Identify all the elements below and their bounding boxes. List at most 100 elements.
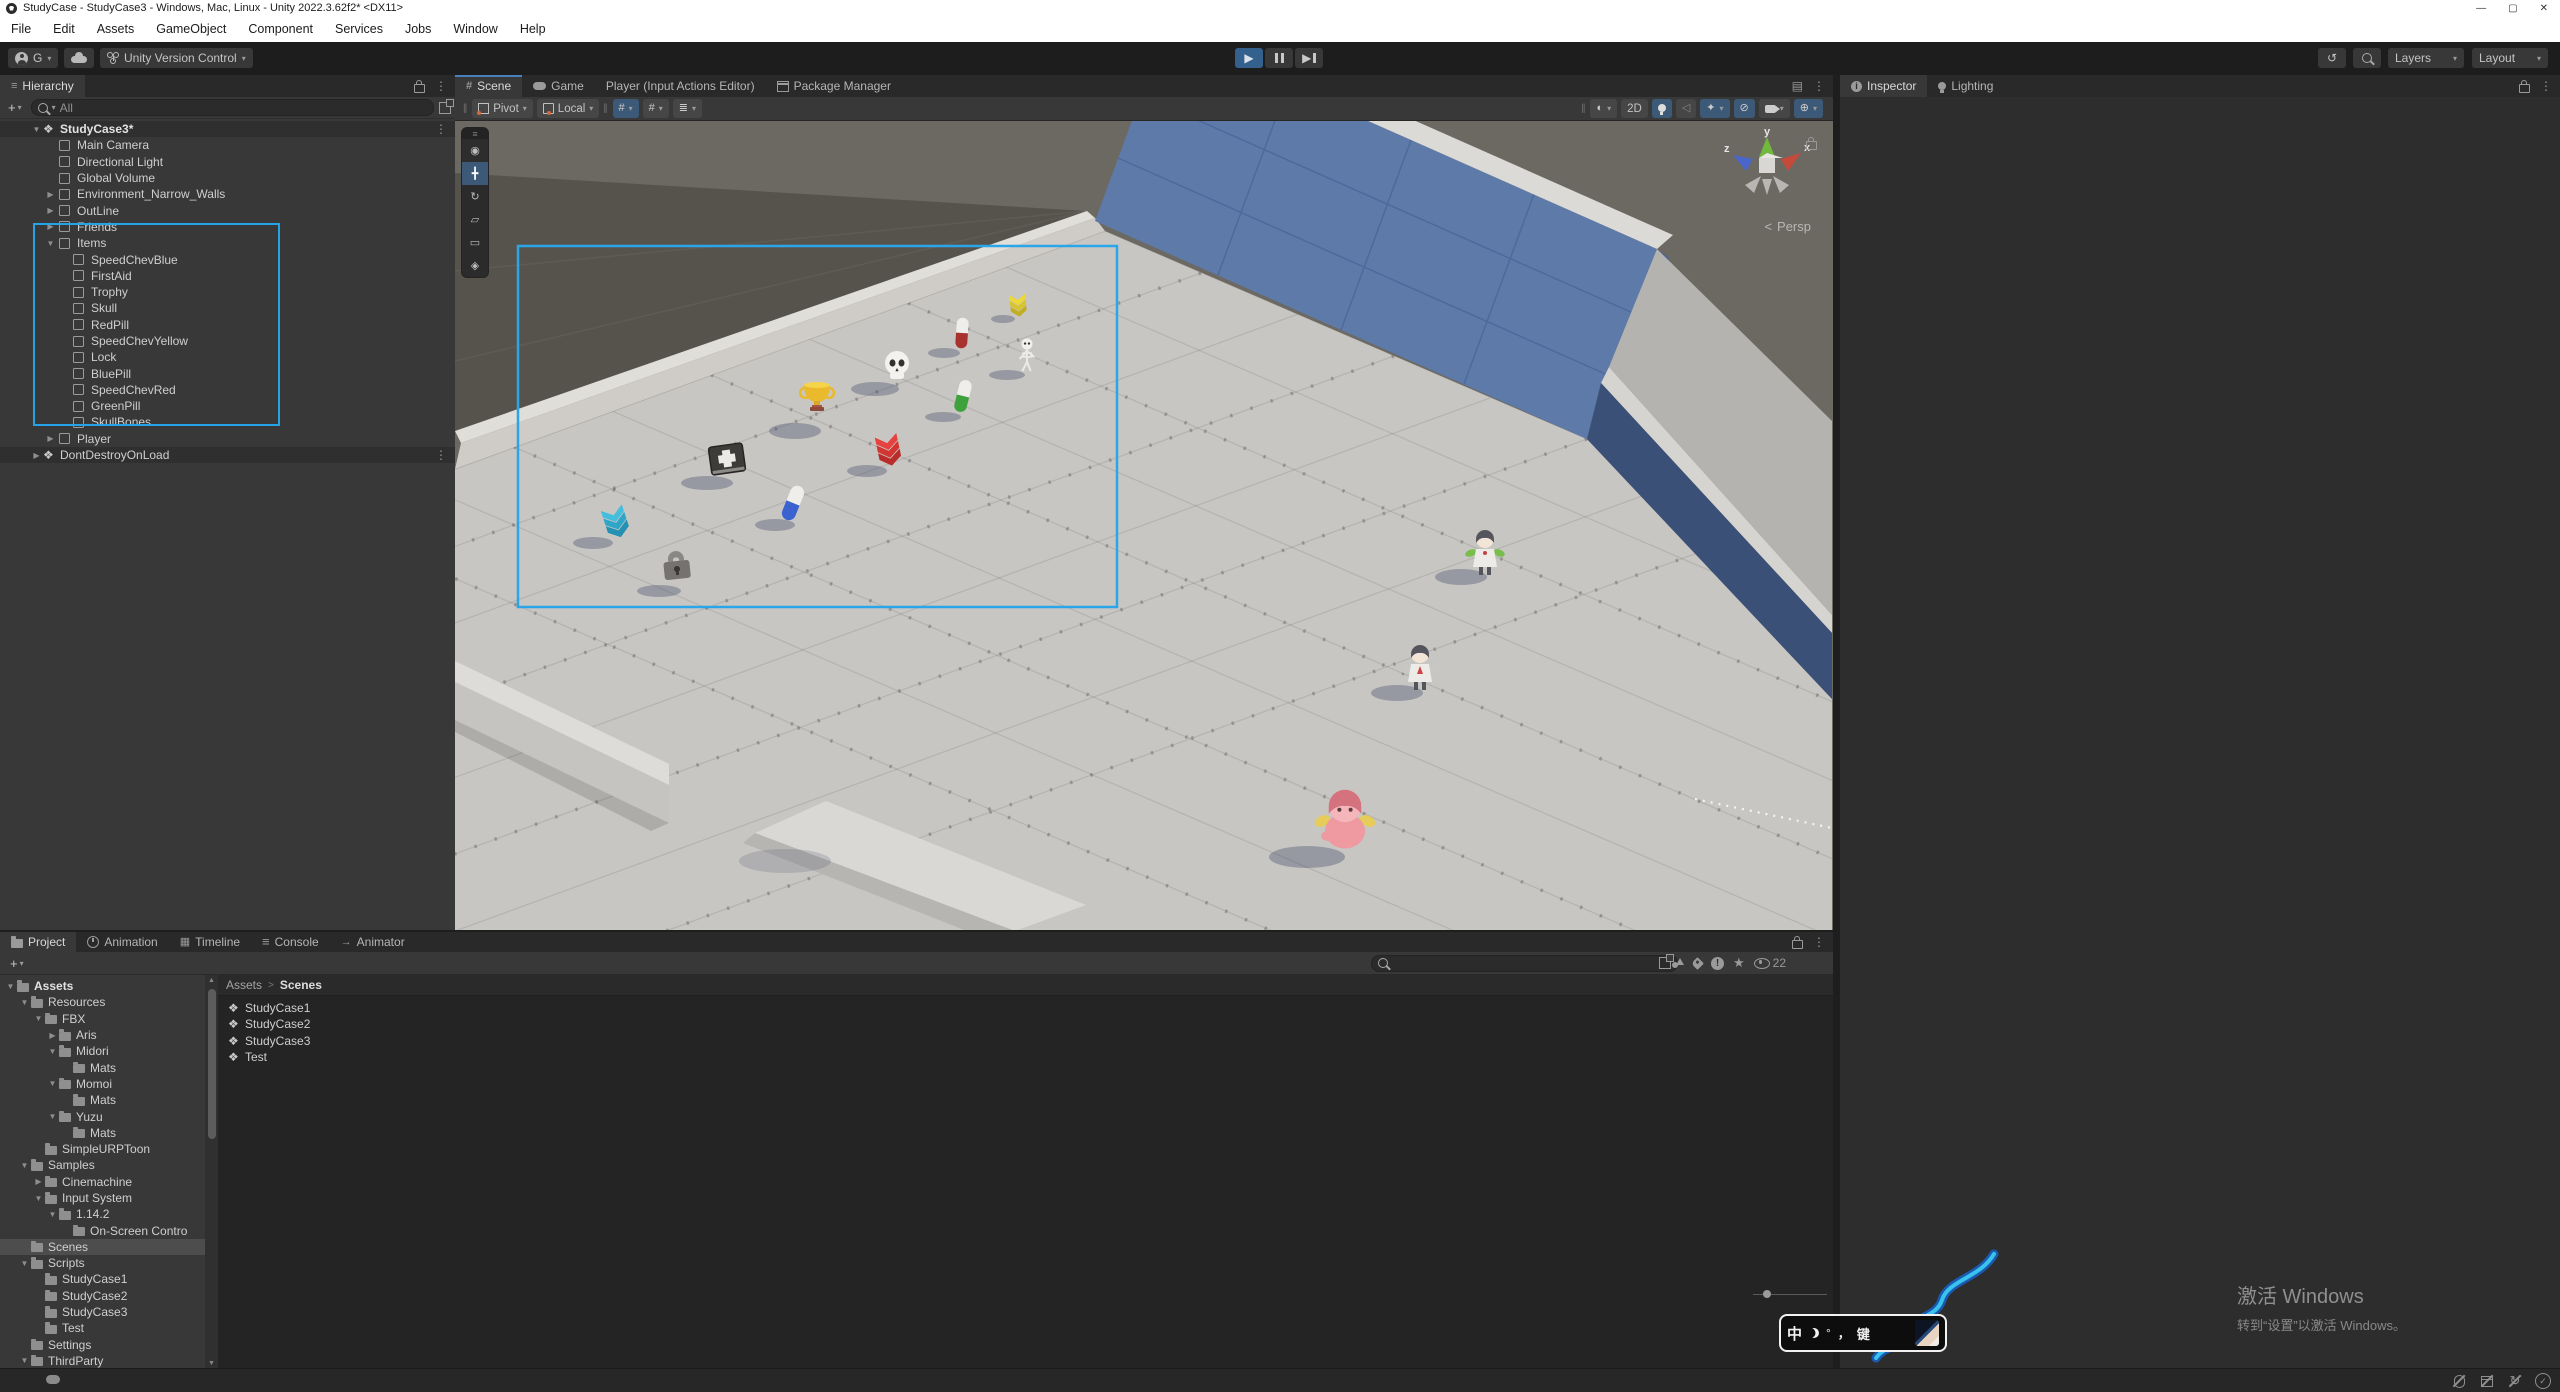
expand-arrow-icon[interactable]: ▼ <box>32 1194 45 1203</box>
expand-arrow-icon[interactable]: ▶ <box>44 434 57 443</box>
scene-item-firstaid[interactable] <box>708 443 746 475</box>
hierarchy-row[interactable]: Skull <box>0 300 455 316</box>
create-asset-button[interactable]: + ▾ <box>6 956 28 971</box>
menu-item[interactable]: Window <box>442 16 508 42</box>
hierarchy-row[interactable]: SpeedChevBlue <box>0 251 455 267</box>
snap-settings-dropdown[interactable]: ≣ ▾ <box>673 99 702 118</box>
gizmos-dropdown[interactable]: ⊕ ▾ <box>1794 99 1823 118</box>
scroll-up-icon[interactable]: ▲ <box>205 977 218 984</box>
rotate-tool-button[interactable]: ↻ <box>462 185 488 208</box>
project-search-input[interactable] <box>1393 956 1654 970</box>
account-button[interactable]: G ▾ <box>8 48 58 68</box>
panel-tab[interactable]: Timeline <box>169 932 251 952</box>
hierarchy-row[interactable]: ▼ StudyCase3* <box>0 121 455 137</box>
expand-arrow-icon[interactable]: ▼ <box>18 1259 31 1268</box>
expand-arrow-icon[interactable]: ▼ <box>4 982 17 991</box>
maximize-button[interactable]: ▢ <box>2508 3 2517 14</box>
hierarchy-row[interactable]: BluePill <box>0 365 455 381</box>
pause-button[interactable] <box>1265 48 1293 68</box>
hierarchy-row[interactable]: SpeedChevRed <box>0 382 455 398</box>
scrollbar-thumb[interactable] <box>208 989 216 1139</box>
hierarchy-row[interactable]: Lock <box>0 349 455 365</box>
hierarchy-row[interactable]: Directional Light <box>0 154 455 170</box>
project-search-field[interactable] <box>1371 955 1678 972</box>
expand-arrow-icon[interactable]: ▼ <box>44 239 57 248</box>
pivot-dropdown[interactable]: Pivot ▾ <box>472 99 533 118</box>
expand-arrow-icon[interactable]: ▼ <box>30 125 43 134</box>
kebab-menu-icon[interactable]: ⋮ <box>1813 935 1825 949</box>
project-folder-row[interactable]: ▼ Scripts <box>0 1255 205 1271</box>
hierarchy-row[interactable]: FirstAid <box>0 268 455 284</box>
project-folder-row[interactable]: Mats <box>0 1059 205 1075</box>
hierarchy-row[interactable]: SpeedChevYellow <box>0 333 455 349</box>
package-manager-offline-icon[interactable] <box>2478 1372 2496 1390</box>
hidden-objects-toggle[interactable]: ⊘ <box>1734 99 1755 118</box>
scene-asset-row[interactable]: StudyCase3 <box>228 1033 1833 1049</box>
panel-tab[interactable]: Project <box>0 932 76 952</box>
panel-tab[interactable]: Package Manager <box>766 75 902 97</box>
panel-tab[interactable]: Animator <box>330 932 416 952</box>
menu-item[interactable]: Jobs <box>394 16 442 42</box>
expand-arrow-icon[interactable]: ▼ <box>46 1047 59 1056</box>
menu-item[interactable]: Assets <box>86 16 146 42</box>
minimize-button[interactable]: — <box>2476 3 2486 14</box>
view-tool-button[interactable]: ◉ <box>462 139 488 162</box>
drag-handle-icon[interactable]: || <box>1581 103 1584 114</box>
hierarchy-row[interactable]: ▶ Environment_Narrow_Walls <box>0 186 455 202</box>
lock-icon[interactable] <box>414 84 425 93</box>
search-by-type-icon[interactable] <box>1672 958 1684 968</box>
scene-orientation-gizmo[interactable]: y x z <box>1717 125 1817 215</box>
hierarchy-search-input[interactable]: ▾ All <box>31 99 434 116</box>
breadcrumb-current[interactable]: Scenes <box>280 978 322 992</box>
expand-arrow-icon[interactable]: ▼ <box>18 998 31 1007</box>
ime-skin-avatar[interactable] <box>1915 1320 1939 1346</box>
step-button[interactable]: ▶ <box>1295 48 1323 68</box>
layers-dropdown[interactable]: Layers ▾ <box>2388 48 2464 68</box>
rect-tool-button[interactable]: ▭ <box>462 231 488 254</box>
camera-settings-dropdown[interactable]: ▾ <box>1759 99 1790 118</box>
hierarchy-row[interactable]: ▼ Items <box>0 235 455 251</box>
scene-item-redpill[interactable] <box>955 317 969 348</box>
projection-mode-label[interactable]: < Persp <box>1764 219 1811 234</box>
project-folder-row[interactable]: ▼ 1.14.2 <box>0 1206 205 1222</box>
ime-toolbar[interactable]: 中 ° ， 键 <box>1779 1314 1947 1352</box>
expand-arrow-icon[interactable]: ▼ <box>18 1161 31 1170</box>
undo-history-button[interactable]: ↺ <box>2318 48 2346 68</box>
2d-toggle[interactable]: 2D <box>1621 99 1648 118</box>
project-folder-row[interactable]: ▼ Yuzu <box>0 1108 205 1124</box>
expand-arrow-icon[interactable]: ▼ <box>32 1014 45 1023</box>
kebab-menu-icon[interactable]: ⋮ <box>435 79 447 93</box>
panel-tab[interactable]: Lighting <box>1927 75 2004 97</box>
tab-hierarchy[interactable]: ≡ Hierarchy <box>0 75 85 97</box>
expand-arrow-icon[interactable]: ▶ <box>44 222 57 231</box>
play-button[interactable]: ▶ <box>1235 48 1263 68</box>
search-by-label-icon[interactable] <box>1691 957 1704 970</box>
drag-handle-icon[interactable]: || <box>603 103 606 114</box>
hierarchy-row[interactable]: ▶ DontDestroyOnLoad <box>0 447 455 463</box>
scene-asset-row[interactable]: Test <box>228 1049 1833 1065</box>
panel-tab[interactable]: Inspector <box>1840 75 1927 97</box>
project-folder-row[interactable]: ▶ Aris <box>0 1027 205 1043</box>
project-tree-scrollbar[interactable]: ▲ ▼ <box>205 975 218 1369</box>
project-folder-row[interactable]: Test <box>0 1320 205 1336</box>
search-picker-icon[interactable] <box>1659 957 1671 969</box>
drag-handle-icon[interactable]: || <box>463 103 466 114</box>
ime-halfwidth-moon-icon[interactable] <box>1809 1328 1819 1338</box>
ime-language-mode[interactable]: 中 <box>1787 1323 1802 1344</box>
panel-tab[interactable]: Player (Input Actions Editor) <box>595 75 766 97</box>
project-folder-row[interactable]: ▼ Assets <box>0 978 205 994</box>
project-folder-row[interactable]: StudyCase2 <box>0 1288 205 1304</box>
menu-item[interactable]: Edit <box>42 16 86 42</box>
hierarchy-row[interactable]: Trophy <box>0 284 455 300</box>
ime-punctuation[interactable]: ， <box>1838 1325 1850 1342</box>
lock-icon[interactable] <box>2519 84 2530 93</box>
close-button[interactable]: ✕ <box>2540 3 2548 14</box>
grid-snap-toggle[interactable]: # ▾ <box>613 99 639 118</box>
scene-asset-row[interactable]: StudyCase2 <box>228 1016 1833 1032</box>
menu-item[interactable]: Services <box>324 16 394 42</box>
hierarchy-row[interactable]: ▶ Friends <box>0 219 455 235</box>
menu-item[interactable]: File <box>0 16 42 42</box>
hierarchy-row[interactable]: RedPill <box>0 317 455 333</box>
layout-grid-icon[interactable]: ▤ <box>1792 79 1803 93</box>
ime-degree[interactable]: ° <box>1826 1326 1831 1340</box>
